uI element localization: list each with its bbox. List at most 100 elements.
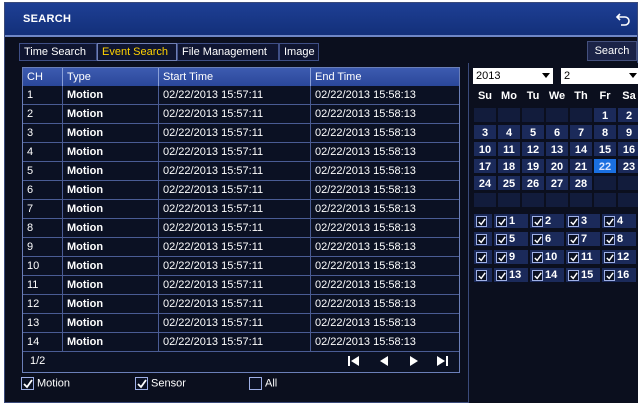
table-row[interactable]: 1 Motion 02/22/2013 15:57:11 02/22/2013 15:… [23,86,459,105]
month-select[interactable]: 2 [561,68,638,84]
channel-checkbox[interactable]: 4 [601,213,637,229]
channel-checkbox[interactable]: 3 [565,213,601,229]
check-icon[interactable] [532,251,543,263]
calendar-day[interactable]: 17 [473,158,497,174]
channel-row-select[interactable] [473,231,493,247]
check-icon[interactable] [496,215,507,227]
calendar-day[interactable]: 12 [521,141,545,157]
calendar-day[interactable]: 13 [545,141,569,157]
calendar-day[interactable]: 23 [617,158,638,174]
channel-checkbox[interactable]: 10 [529,249,565,265]
channel-checkbox[interactable]: 7 [565,231,601,247]
calendar-day[interactable]: 18 [497,158,521,174]
channel-row-select[interactable] [473,213,493,229]
table-row[interactable]: 12 Motion 02/22/2013 15:57:11 02/22/2013 15… [23,295,459,314]
channel-checkbox[interactable]: 12 [601,249,637,265]
filter-motion[interactable]: Motion [21,377,70,393]
calendar-day[interactable]: 24 [473,175,497,191]
calendar-day[interactable]: 9 [617,124,638,140]
check-icon[interactable] [532,269,543,281]
check-icon[interactable] [496,269,507,281]
channel-checkbox[interactable]: 1 [493,213,529,229]
check-icon[interactable] [568,269,579,281]
channel-checkbox[interactable]: 2 [529,213,565,229]
calendar-day[interactable]: 11 [497,141,521,157]
check-icon[interactable] [604,251,615,263]
channel-checkbox[interactable]: 5 [493,231,529,247]
next-page-icon[interactable] [404,354,424,368]
calendar-day[interactable]: 15 [593,141,617,157]
calendar-day[interactable]: 6 [545,124,569,140]
calendar-day[interactable]: 22 [593,158,617,174]
sensor-checkbox[interactable] [135,377,148,390]
channel-row-select[interactable] [473,249,493,265]
calendar-day[interactable]: 28 [569,175,593,191]
all-checkbox[interactable] [249,377,262,390]
tab-event-search[interactable]: Event Search [97,43,177,61]
tab-file-management[interactable]: File Management [177,43,279,61]
tab-time-search[interactable]: Time Search [19,43,97,61]
calendar-day[interactable]: 10 [473,141,497,157]
first-page-icon[interactable] [344,354,364,368]
calendar-day[interactable]: 14 [569,141,593,157]
check-icon[interactable] [568,251,579,263]
channel-checkbox[interactable]: 9 [493,249,529,265]
calendar-day[interactable]: 2 [617,107,638,123]
motion-checkbox[interactable] [21,377,34,390]
check-icon[interactable] [476,215,487,227]
check-icon[interactable] [604,269,615,281]
table-row[interactable]: 5 Motion 02/22/2013 15:57:11 02/22/2013 15:… [23,162,459,181]
check-icon[interactable] [532,233,543,245]
calendar-day[interactable]: 5 [521,124,545,140]
check-icon[interactable] [532,215,543,227]
check-icon[interactable] [568,233,579,245]
channel-checkbox[interactable]: 14 [529,267,565,283]
filter-motion-label: Motion [37,377,71,390]
table-row[interactable]: 13 Motion 02/22/2013 15:57:11 02/22/2013 15… [23,314,459,333]
filter-sensor[interactable]: Sensor [135,377,186,393]
filter-all[interactable]: All [249,377,277,393]
calendar-day[interactable]: 16 [617,141,638,157]
channel-checkbox[interactable]: 13 [493,267,529,283]
calendar-day[interactable]: 27 [545,175,569,191]
calendar-day[interactable]: 26 [521,175,545,191]
table-row[interactable]: 7 Motion 02/22/2013 15:57:11 02/22/2013 15:… [23,200,459,219]
check-icon[interactable] [568,215,579,227]
previous-page-icon[interactable] [374,354,394,368]
channel-checkbox[interactable]: 16 [601,267,637,283]
table-row[interactable]: 10 Motion 02/22/2013 15:57:11 02/22/2013 15… [23,257,459,276]
table-row[interactable]: 8 Motion 02/22/2013 15:57:11 02/22/2013 15:… [23,219,459,238]
table-row[interactable]: 9 Motion 02/22/2013 15:57:11 02/22/2013 15:… [23,238,459,257]
check-icon[interactable] [476,251,487,263]
channel-checkbox[interactable]: 6 [529,231,565,247]
check-icon[interactable] [476,233,487,245]
table-row[interactable]: 2 Motion 02/22/2013 15:57:11 02/22/2013 15:… [23,105,459,124]
check-icon[interactable] [476,269,487,281]
check-icon[interactable] [604,233,615,245]
calendar-day[interactable]: 25 [497,175,521,191]
table-row[interactable]: 6 Motion 02/22/2013 15:57:11 02/22/2013 15:… [23,181,459,200]
back-arrow-icon[interactable] [615,11,631,27]
table-row[interactable]: 4 Motion 02/22/2013 15:57:11 02/22/2013 15:… [23,143,459,162]
calendar-day[interactable]: 7 [569,124,593,140]
check-icon[interactable] [496,251,507,263]
search-button[interactable]: Search [587,41,637,61]
calendar-day[interactable]: 21 [569,158,593,174]
channel-checkbox[interactable]: 15 [565,267,601,283]
channel-checkbox[interactable]: 11 [565,249,601,265]
calendar-day[interactable]: 4 [497,124,521,140]
table-row[interactable]: 3 Motion 02/22/2013 15:57:11 02/22/2013 15:… [23,124,459,143]
calendar-day[interactable]: 20 [545,158,569,174]
calendar-day[interactable]: 8 [593,124,617,140]
channel-checkbox[interactable]: 8 [601,231,637,247]
calendar-day[interactable]: 19 [521,158,545,174]
calendar-day[interactable]: 1 [593,107,617,123]
check-icon[interactable] [604,215,615,227]
check-icon[interactable] [496,233,507,245]
table-row[interactable]: 11 Motion 02/22/2013 15:57:11 02/22/2013 15… [23,276,459,295]
channel-row-select[interactable] [473,267,493,283]
tab-image[interactable]: Image [279,43,319,61]
last-page-icon[interactable] [432,354,452,368]
calendar-day[interactable]: 3 [473,124,497,140]
year-select[interactable]: 2013 [473,68,553,84]
